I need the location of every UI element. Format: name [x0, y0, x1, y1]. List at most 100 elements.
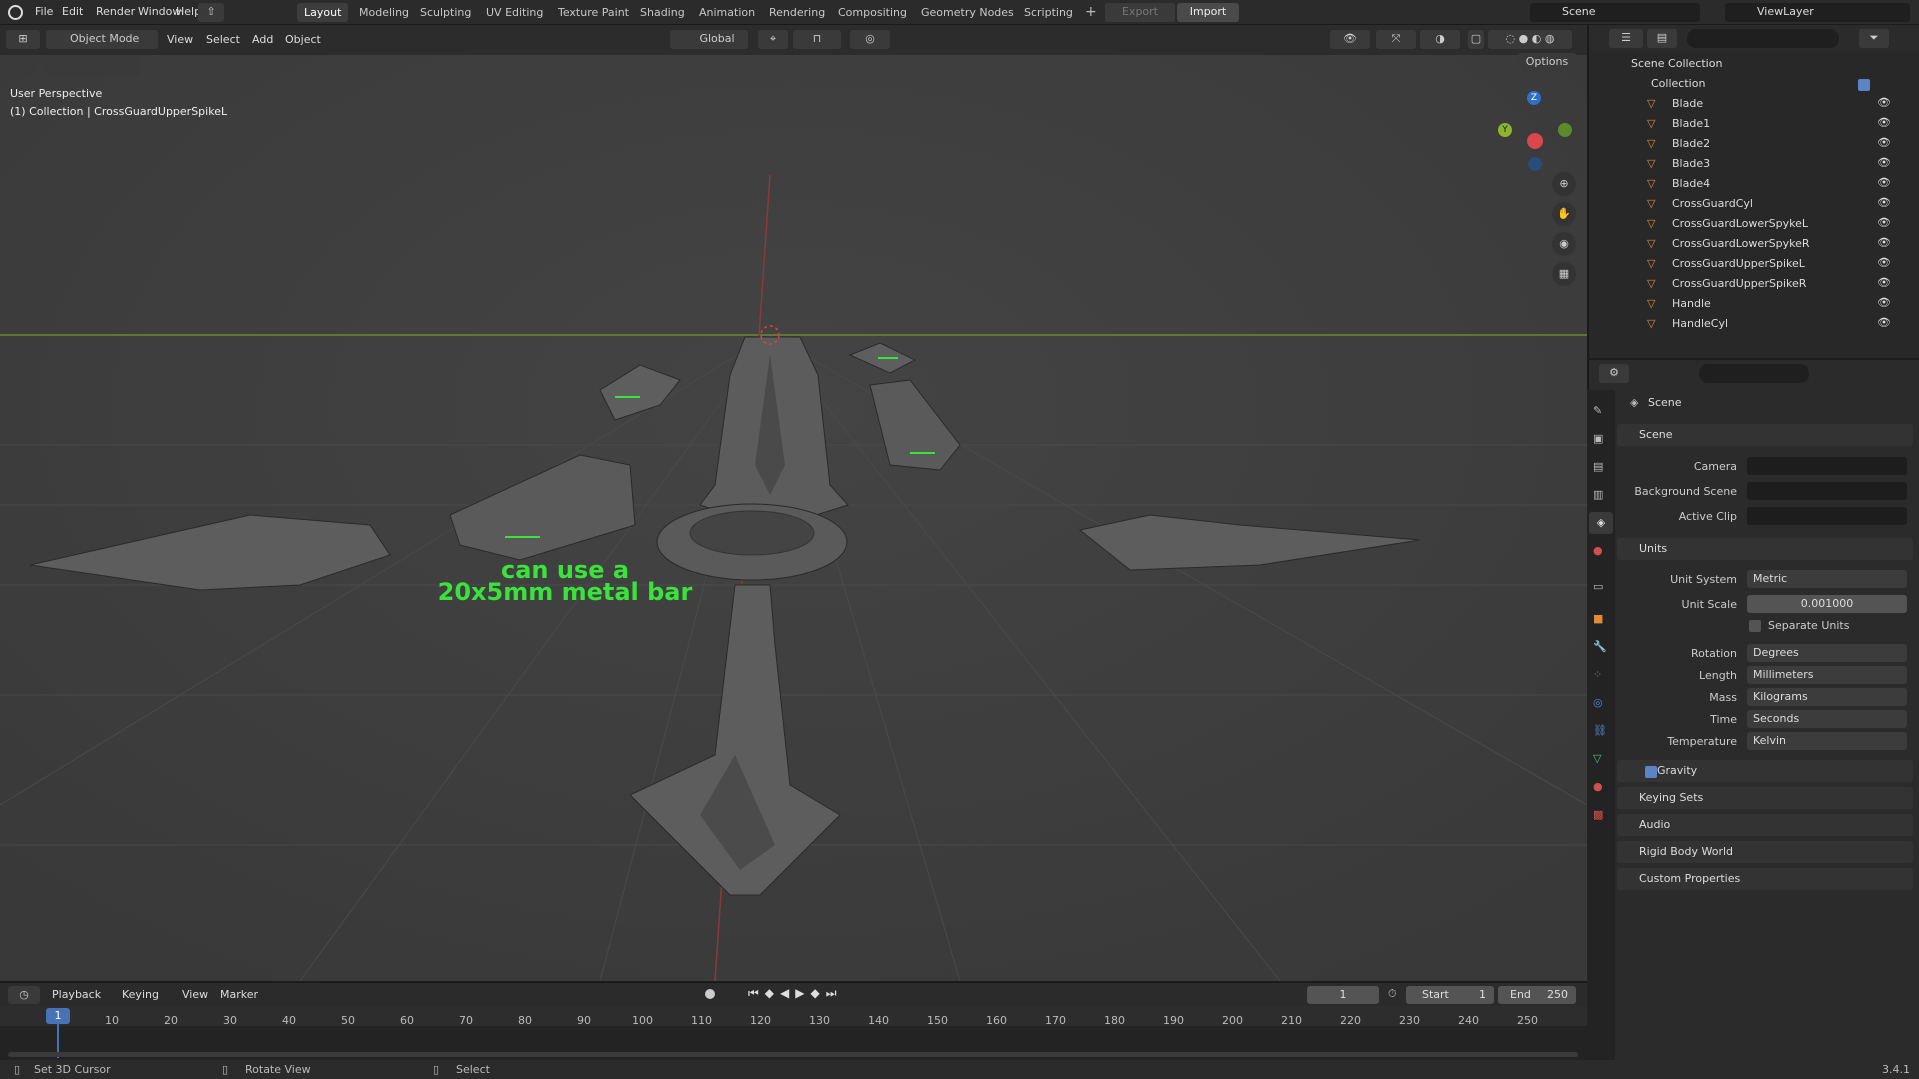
modifier-tab-icon[interactable]: 🔧 — [1593, 640, 1607, 653]
length-dropdown[interactable]: Millimeters — [1747, 666, 1907, 684]
collection-checkbox[interactable] — [1858, 79, 1870, 91]
tab-scripting[interactable]: Scripting — [1017, 3, 1080, 22]
tab-modeling[interactable]: Modeling — [352, 3, 416, 22]
visibility-icon[interactable]: 👁 — [1330, 30, 1370, 49]
gravity-panel-header[interactable]: Gravity — [1617, 760, 1913, 782]
gizmo-x[interactable] — [1527, 133, 1543, 149]
render-tab-icon[interactable]: ▣ — [1593, 432, 1603, 445]
outliner-row-blade[interactable]: ▽ Blade 👁 — [1587, 93, 1919, 113]
pivot-icon[interactable]: ⌖ — [758, 30, 788, 49]
pan-hand-icon[interactable]: ✋ — [1552, 202, 1576, 226]
navigation-gizmo[interactable]: Z Y — [1490, 90, 1572, 180]
temperature-dropdown[interactable]: Kelvin — [1747, 732, 1907, 750]
separate-units-checkbox[interactable] — [1749, 620, 1761, 632]
xray-icon[interactable]: ▢ — [1468, 30, 1484, 49]
transform-orientation[interactable]: Global — [670, 30, 748, 49]
outliner-row-crossguardlowerspyker[interactable]: ▽ CrossGuardLowerSpykeR 👁 — [1587, 233, 1919, 253]
menu-view[interactable]: View — [167, 33, 193, 46]
menu-marker[interactable]: Marker — [220, 988, 258, 1001]
camera-field[interactable] — [1747, 457, 1907, 475]
menu-add[interactable]: Add — [252, 33, 273, 46]
menu-timeline-view[interactable]: View — [182, 988, 208, 1001]
menu-select[interactable]: Select — [206, 33, 240, 46]
editor-type-icon[interactable]: ⊞ — [6, 30, 40, 49]
data-tab-icon[interactable]: ▽ — [1593, 752, 1601, 765]
tab-geometry-nodes[interactable]: Geometry Nodes — [914, 3, 1021, 22]
eye-icon[interactable]: 👁 — [1877, 136, 1891, 149]
current-frame-field[interactable]: 1 — [1307, 986, 1379, 1004]
background-scene-field[interactable] — [1747, 482, 1907, 500]
keying-sets-panel-header[interactable]: Keying Sets — [1617, 787, 1913, 809]
timeline-editor-icon[interactable]: ◷ — [8, 986, 40, 1004]
display-mode-icon[interactable]: ▤ — [1647, 29, 1677, 48]
world-tab-icon[interactable]: ● — [1593, 544, 1603, 557]
eye-icon[interactable]: 👁 — [1877, 256, 1891, 269]
eye-icon[interactable]: 👁 — [1877, 156, 1891, 169]
scene-selector[interactable]: Scene — [1530, 3, 1700, 22]
export-button[interactable]: Export — [1105, 3, 1175, 22]
tab-rendering[interactable]: Rendering — [762, 3, 832, 22]
outliner-row-blade3[interactable]: ▽ Blade3 👁 — [1587, 153, 1919, 173]
outliner-row-crossguardlowerspykel[interactable]: ▽ CrossGuardLowerSpykeL 👁 — [1587, 213, 1919, 233]
3d-viewport[interactable]: User Perspective (1) Collection | CrossG… — [0, 25, 1587, 981]
custom-properties-panel-header[interactable]: Custom Properties — [1617, 868, 1913, 890]
eye-icon[interactable]: 👁 — [1877, 116, 1891, 129]
outliner-search-input[interactable] — [1687, 29, 1839, 48]
perspective-toggle-icon[interactable]: ▦ — [1552, 262, 1576, 286]
gizmo-y[interactable]: Y — [1498, 123, 1512, 137]
properties-search-input[interactable] — [1699, 364, 1809, 383]
proportional-edit-icon[interactable]: ◎ — [850, 30, 890, 49]
object-tab-icon[interactable]: ■ — [1593, 612, 1603, 625]
units-panel-header[interactable]: Units — [1617, 538, 1913, 560]
outliner-row-crossguardcyl[interactable]: ▽ CrossGuardCyl 👁 — [1587, 193, 1919, 213]
tab-texture-paint[interactable]: Texture Paint — [551, 3, 636, 22]
upload-icon[interactable]: ⇧ — [198, 3, 224, 22]
menu-playback[interactable]: Playback — [52, 988, 101, 1001]
start-frame-field[interactable]: Start 1 — [1406, 986, 1494, 1004]
playback-controls[interactable]: ⏮◆◀▶◆⏭ — [748, 986, 843, 1001]
menu-file[interactable]: File — [35, 4, 53, 20]
select-box-icon[interactable] — [14, 57, 36, 77]
eye-icon[interactable]: 👁 — [1877, 216, 1891, 229]
eye-icon[interactable]: 👁 — [1877, 236, 1891, 249]
options-button[interactable]: Options — [1518, 53, 1576, 72]
outliner-editor-icon[interactable]: ☰ — [1609, 29, 1643, 48]
properties-editor-icon[interactable]: ⚙ — [1599, 364, 1629, 383]
gizmo-z[interactable]: Z — [1527, 91, 1541, 105]
scene-panel-header[interactable]: Scene — [1617, 424, 1913, 446]
eye-icon[interactable]: 👁 — [1877, 96, 1891, 109]
mass-dropdown[interactable]: Kilograms — [1747, 688, 1907, 706]
outliner-row-handle[interactable]: ▽ Handle 👁 — [1587, 293, 1919, 313]
unit-scale-field[interactable]: 0.001000 — [1747, 595, 1907, 613]
tab-uv-editing[interactable]: UV Editing — [479, 3, 550, 22]
timeline-scrollbar[interactable] — [8, 1052, 1578, 1057]
outliner-row-crossguardupperspikel[interactable]: ▽ CrossGuardUpperSpikeL 👁 — [1587, 253, 1919, 273]
eye-icon[interactable]: 👁 — [1877, 296, 1891, 309]
time-dropdown[interactable]: Seconds — [1747, 710, 1907, 728]
rotation-dropdown[interactable]: Degrees — [1747, 644, 1907, 662]
import-button[interactable]: Import — [1177, 3, 1239, 22]
tab-animation[interactable]: Animation — [692, 3, 762, 22]
tool-tab-icon[interactable]: ✎ — [1593, 404, 1602, 417]
view-layer-tab-icon[interactable]: ▥ — [1593, 488, 1603, 501]
tab-compositing[interactable]: Compositing — [831, 3, 914, 22]
menu-object[interactable]: Object — [285, 33, 321, 46]
blender-logo-icon[interactable] — [8, 5, 23, 20]
eye-icon[interactable]: 👁 — [1877, 176, 1891, 189]
camera-view-icon[interactable]: ◉ — [1552, 232, 1576, 256]
particles-tab-icon[interactable]: ⁘ — [1593, 668, 1602, 681]
gizmo-neg-z[interactable] — [1528, 157, 1542, 171]
overlays-icon[interactable]: ◑ — [1420, 30, 1460, 49]
gravity-checkbox[interactable] — [1645, 766, 1657, 778]
outliner-row-handlecyl[interactable]: ▽ HandleCyl 👁 — [1587, 313, 1919, 333]
outliner-row-crossguardupperspiker[interactable]: ▽ CrossGuardUpperSpikeR 👁 — [1587, 273, 1919, 293]
menu-render[interactable]: Render — [96, 4, 135, 20]
active-clip-field[interactable] — [1747, 507, 1907, 525]
scene-tab-icon[interactable]: ◈ — [1589, 512, 1613, 534]
material-tab-icon[interactable]: ● — [1593, 780, 1603, 793]
shading-modes[interactable]: ◌ ● ◐ ◍ — [1488, 30, 1572, 49]
outliner-row-blade2[interactable]: ▽ Blade2 👁 — [1587, 133, 1919, 153]
snap-icon[interactable]: ⊓ — [793, 30, 841, 49]
selection-mode-buttons[interactable] — [44, 57, 140, 77]
eye-icon[interactable]: 👁 — [1877, 276, 1891, 289]
